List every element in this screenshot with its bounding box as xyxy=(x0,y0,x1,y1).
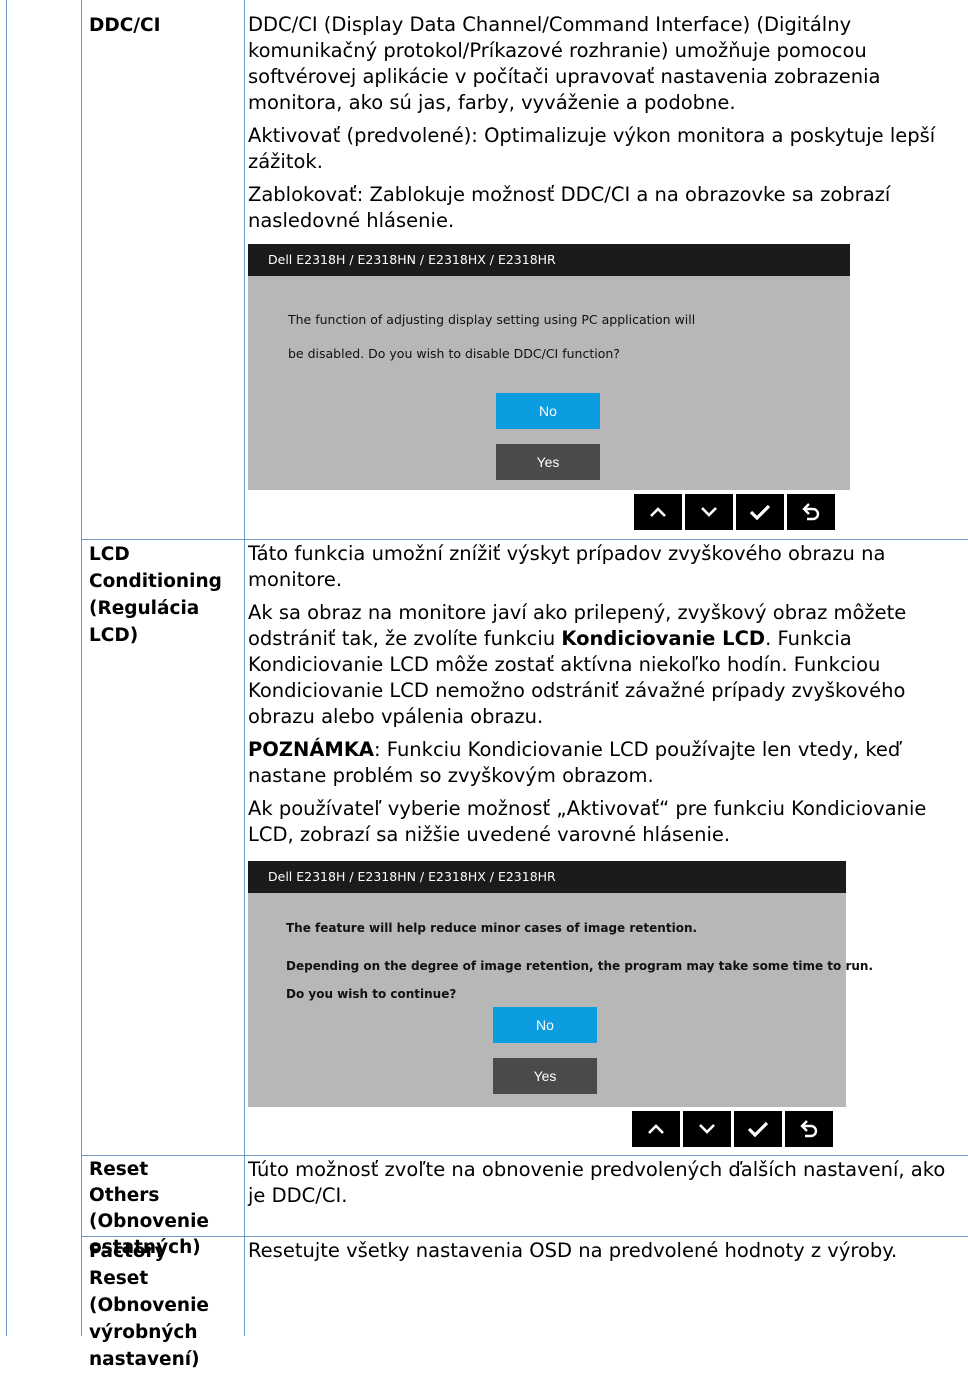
nav-ok-button[interactable] xyxy=(736,494,784,530)
up-arrow-icon xyxy=(650,507,666,517)
table-border-col2 xyxy=(244,0,245,1336)
paragraph: Ak používateľ vyberie možnosť „Aktivovať… xyxy=(248,797,927,846)
osd-dialog-message: The feature will help reduce minor cases… xyxy=(286,921,698,935)
down-arrow-icon xyxy=(701,507,717,517)
osd-dialog-ddcci: Dell E2318H / E2318HN / E2318HX / E2318H… xyxy=(248,244,850,490)
check-icon xyxy=(747,1121,769,1138)
setting-label-lcd-conditioning: LCD Conditioning (Regulácia LCD) xyxy=(89,544,222,646)
osd-dialog-title: Dell E2318H / E2318HN / E2318HX / E2318H… xyxy=(248,861,846,893)
up-arrow-icon xyxy=(648,1124,664,1134)
table-border-left xyxy=(6,0,7,1336)
no-button[interactable]: No xyxy=(493,1007,597,1043)
row-divider xyxy=(81,539,968,540)
paragraph: Zablokovať: Zablokuje možnosť DDC/CI a n… xyxy=(248,183,891,232)
nav-back-button[interactable] xyxy=(785,1111,833,1147)
nav-up-button[interactable] xyxy=(634,494,682,530)
yes-button[interactable]: Yes xyxy=(496,444,600,480)
down-arrow-icon xyxy=(699,1124,715,1134)
nav-down-button[interactable] xyxy=(683,1111,731,1147)
paragraph: Aktivovať (predvolené): Optimalizuje výk… xyxy=(248,124,936,173)
nav-up-button[interactable] xyxy=(632,1111,680,1147)
no-button[interactable]: No xyxy=(496,393,600,429)
osd-dialog-message: be disabled. Do you wish to disable DDC/… xyxy=(288,346,620,361)
nav-ok-button[interactable] xyxy=(734,1111,782,1147)
osd-nav-buttons xyxy=(634,494,835,530)
nav-down-button[interactable] xyxy=(685,494,733,530)
note-label: POZNÁMKA xyxy=(248,738,375,761)
nav-back-button[interactable] xyxy=(787,494,835,530)
bold-term: Kondiciovanie LCD xyxy=(561,627,766,650)
setting-desc-lcd-conditioning: Táto funkcia umožní znížiť výskyt prípad… xyxy=(248,541,966,855)
note-paragraph: POZNÁMKA: Funkciu Kondiciovanie LCD použ… xyxy=(248,737,966,789)
table-border-col1 xyxy=(81,0,82,1336)
check-icon xyxy=(749,504,771,521)
osd-dialog-message: Depending on the degree of image retenti… xyxy=(286,959,874,973)
setting-desc-reset-others: Túto možnosť zvoľte na obnovenie predvol… xyxy=(248,1158,946,1207)
row-divider xyxy=(81,1155,968,1156)
back-icon xyxy=(802,503,820,521)
setting-label-factory-reset: Factory Reset (Obnovenie výrobných nasta… xyxy=(89,1241,209,1370)
osd-dialog-message: The function of adjusting display settin… xyxy=(288,312,696,327)
setting-desc-ddcci: DDC/CI (Display Data Channel/Command Int… xyxy=(248,12,966,241)
paragraph: DDC/CI (Display Data Channel/Command Int… xyxy=(248,13,881,114)
back-icon xyxy=(800,1120,818,1138)
setting-label-ddcci: DDC/CI xyxy=(89,15,161,36)
osd-dialog-message: Do you wish to continue? xyxy=(286,987,457,1001)
paragraph: Ak sa obraz na monitore javí ako prilepe… xyxy=(248,600,966,730)
yes-button[interactable]: Yes xyxy=(493,1058,597,1094)
osd-nav-buttons xyxy=(632,1111,833,1147)
setting-desc-factory-reset: Resetujte všetky nastavenia OSD na predv… xyxy=(248,1239,898,1262)
paragraph: Táto funkcia umožní znížiť výskyt prípad… xyxy=(248,542,886,591)
osd-dialog-title: Dell E2318H / E2318HN / E2318HX / E2318H… xyxy=(248,244,850,276)
osd-dialog-lcd-conditioning: Dell E2318H / E2318HN / E2318HX / E2318H… xyxy=(248,861,873,1107)
